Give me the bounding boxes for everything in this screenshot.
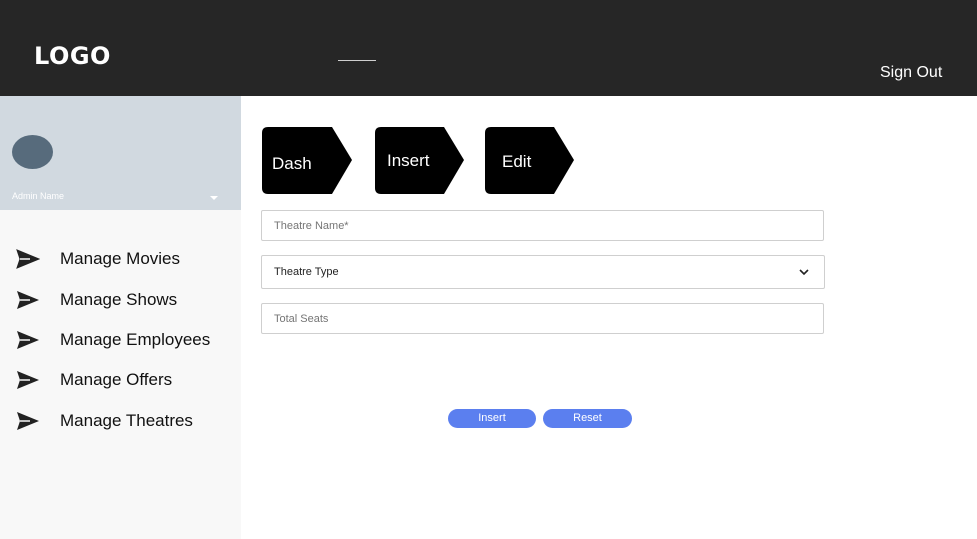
sidebar-item-label: Manage Employees — [60, 330, 211, 349]
sidebar-item-manage-employees[interactable]: Manage Employees — [0, 326, 241, 356]
send-icon — [17, 291, 39, 309]
theatre-name-input[interactable] — [261, 210, 824, 241]
tab-label: Dash — [272, 154, 312, 173]
sidebar: Admin Name Manage Movies Manage Shows Ma… — [0, 96, 241, 539]
caret-down-icon[interactable] — [210, 196, 218, 200]
reset-button[interactable]: Reset — [543, 409, 632, 428]
tab-label: Edit — [502, 152, 532, 171]
sidebar-item-manage-shows[interactable]: Manage Shows — [0, 286, 241, 316]
send-icon — [17, 331, 39, 349]
sidebar-item-label: Manage Movies — [60, 249, 181, 268]
tab-insert[interactable]: Insert — [375, 127, 464, 194]
tab-edit[interactable]: Edit — [485, 127, 574, 194]
tab-label: Insert — [387, 151, 430, 170]
send-icon — [16, 249, 40, 269]
send-icon — [17, 371, 39, 389]
total-seats-input[interactable] — [261, 303, 824, 334]
sidebar-item-label: Manage Shows — [60, 290, 178, 309]
top-header: LOGO Sign Out — [0, 0, 977, 96]
profile-panel: Admin Name — [0, 96, 241, 210]
avatar[interactable] — [12, 135, 53, 169]
sidebar-item-manage-movies[interactable]: Manage Movies — [0, 245, 241, 275]
sidebar-item-manage-offers[interactable]: Manage Offers — [0, 366, 241, 396]
sidebar-item-manage-theatres[interactable]: Manage Theatres — [0, 407, 241, 437]
theatre-type-select[interactable]: Theatre Type — [261, 255, 825, 289]
send-icon — [17, 412, 39, 430]
theatre-type-value: Theatre Type — [274, 266, 339, 278]
chevron-down-icon — [799, 269, 809, 276]
tab-dash[interactable]: Dash — [262, 127, 352, 194]
header-divider — [338, 60, 376, 61]
sidebar-item-label: Manage Theatres — [60, 411, 193, 430]
sign-out-link[interactable]: Sign Out — [880, 64, 942, 82]
admin-name: Admin Name — [12, 191, 65, 201]
insert-button[interactable]: Insert — [448, 409, 536, 428]
logo[interactable]: LOGO — [34, 42, 111, 70]
sidebar-item-label: Manage Offers — [60, 370, 173, 389]
